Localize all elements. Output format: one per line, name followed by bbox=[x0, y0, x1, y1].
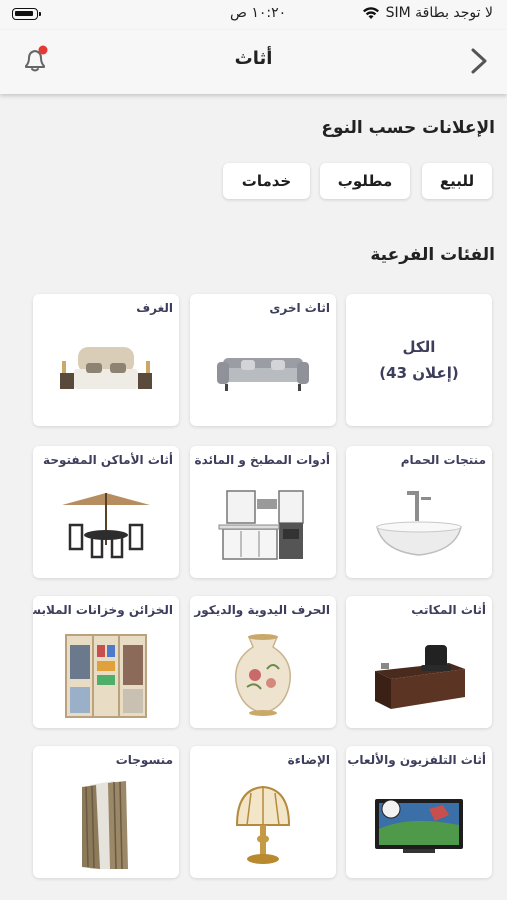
tv-icon bbox=[375, 799, 463, 853]
curtain-icon bbox=[82, 781, 128, 870]
card-label: أثاث المكاتب bbox=[411, 603, 486, 617]
bed-icon bbox=[60, 347, 152, 389]
navigation-bar: أثاث bbox=[0, 30, 507, 94]
sofa-icon bbox=[217, 358, 309, 391]
subcategories-heading: الفئات الفرعية bbox=[370, 245, 495, 265]
subcategory-card-rooms[interactable]: الغرف bbox=[33, 294, 179, 426]
subcategory-card-lighting[interactable]: الإضاءة bbox=[190, 746, 336, 878]
all-label: الكل bbox=[402, 338, 436, 356]
battery-icon bbox=[12, 8, 41, 20]
lamp-icon bbox=[235, 785, 291, 864]
chevron-right-icon bbox=[471, 48, 487, 74]
wardrobe-icon bbox=[65, 634, 147, 718]
card-label: اثاث اخرى bbox=[269, 301, 330, 315]
subcategory-card-bathroom[interactable]: منتجات الحمام bbox=[346, 446, 492, 578]
carrier-label: لا توجد بطاقة SIM bbox=[385, 5, 493, 21]
subcategory-card-crafts-decor[interactable]: الحرف اليدوية والديكور bbox=[190, 596, 336, 728]
card-label: الحرف اليدوية والديكور bbox=[194, 603, 330, 617]
subcategory-card-other-furniture[interactable]: اثاث اخرى bbox=[190, 294, 336, 426]
subcategory-card-textiles[interactable]: منسوجات bbox=[33, 746, 179, 878]
kitchen-icon bbox=[218, 490, 304, 560]
notifications-button[interactable] bbox=[20, 44, 50, 76]
page-title: أثاث bbox=[234, 48, 273, 69]
back-button[interactable] bbox=[465, 44, 493, 78]
card-label: الغرف bbox=[136, 301, 173, 315]
sink-icon bbox=[376, 491, 462, 556]
bell-icon bbox=[25, 45, 48, 72]
card-label: منسوجات bbox=[115, 753, 173, 767]
subcategory-card-tv-gaming[interactable]: أثاث التلفزيون والألعاب bbox=[346, 746, 492, 878]
subcategory-card-all[interactable]: الكل (43 إعلان) bbox=[346, 294, 492, 426]
subcategory-card-outdoor[interactable]: أثاث الأماكن المفتوحة bbox=[33, 446, 179, 578]
all-count: (43 إعلان) bbox=[379, 364, 459, 382]
card-label: أثاث التلفزيون والألعاب bbox=[347, 753, 486, 767]
card-label: الإضاءة bbox=[287, 753, 330, 767]
card-label: أدوات المطبخ و المائدة bbox=[194, 453, 331, 467]
patio-set-icon bbox=[62, 493, 150, 559]
wifi-icon bbox=[362, 7, 379, 19]
vase-icon bbox=[235, 634, 291, 716]
office-desk-icon bbox=[375, 645, 465, 709]
chip-services[interactable]: خدمات bbox=[223, 163, 310, 199]
card-label: أثاث الأماكن المفتوحة bbox=[43, 453, 173, 467]
status-bar: لا توجد بطاقة SIM ١٠:٢٠ ص bbox=[0, 0, 507, 30]
ads-by-type-heading: الإعلانات حسب النوع bbox=[321, 118, 495, 138]
chip-for-sale[interactable]: للبيع bbox=[422, 163, 492, 199]
notification-badge bbox=[38, 45, 48, 55]
subcategory-card-wardrobes[interactable]: الخزائن وخزانات الملابس bbox=[33, 596, 179, 728]
subcategory-card-office[interactable]: أثاث المكاتب bbox=[346, 596, 492, 728]
card-label: الخزائن وخزانات الملابس bbox=[33, 603, 173, 617]
clock: ١٠:٢٠ ص bbox=[230, 5, 287, 21]
chip-wanted[interactable]: مطلوب bbox=[320, 163, 410, 199]
subcategory-card-kitchen-dining[interactable]: أدوات المطبخ و المائدة bbox=[190, 446, 336, 578]
card-label: منتجات الحمام bbox=[400, 453, 486, 467]
carrier-status: لا توجد بطاقة SIM bbox=[362, 5, 493, 21]
